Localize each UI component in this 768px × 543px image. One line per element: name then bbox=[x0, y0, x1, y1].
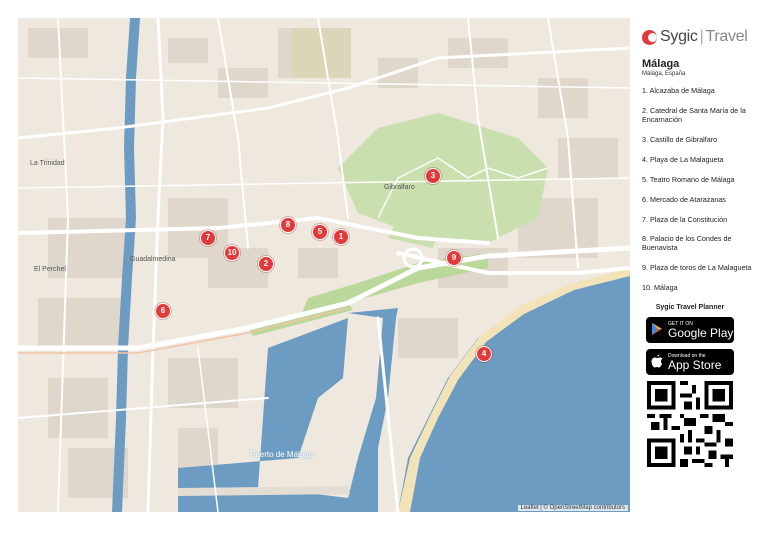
list-item: 10. Málaga bbox=[642, 283, 678, 293]
list-item: 7. Plaza de la Constitución bbox=[642, 214, 728, 224]
map-tiles bbox=[18, 18, 630, 512]
google-play-icon bbox=[646, 322, 668, 339]
sygic-logo-icon bbox=[642, 29, 657, 45]
label-puerto-de-malaga: Puerto de Málaga bbox=[250, 450, 314, 459]
label-la-trinidad: La Trinidad bbox=[30, 160, 65, 167]
marker-2[interactable]: 2 bbox=[258, 256, 274, 272]
marker-9[interactable]: 9 bbox=[446, 250, 462, 266]
app-store-main: App Store bbox=[668, 357, 722, 372]
marker-6[interactable]: 6 bbox=[155, 303, 171, 319]
google-play-button[interactable]: GET IT ON Google Play bbox=[646, 317, 734, 344]
apple-icon bbox=[646, 354, 668, 371]
label-guadalmedina: Guadalmedina bbox=[130, 256, 176, 263]
list-item: 8. Palacio de los Condes de Buenavista bbox=[642, 234, 732, 253]
legend-panel: Sygic | Travel Málaga Málaga, España 1. Al… bbox=[642, 26, 754, 468]
list-item: 9. Plaza de toros de La Malagueta bbox=[642, 263, 752, 273]
planner-title: Sygic Travel Planner bbox=[655, 304, 725, 312]
google-play-main: Google Play bbox=[668, 325, 734, 340]
marker-4[interactable]: 4 bbox=[476, 346, 492, 362]
brand-separator: | bbox=[699, 28, 704, 45]
city-title: Málaga bbox=[642, 58, 680, 70]
marker-5[interactable]: 5 bbox=[312, 224, 328, 240]
marker-7[interactable]: 7 bbox=[200, 230, 216, 246]
map[interactable]: La Trinidad El Perchel Guadalmedina Gibr… bbox=[18, 18, 630, 512]
sygic-travel-logo: Sygic | Travel bbox=[642, 26, 754, 48]
label-el-perchel: El Perchel bbox=[34, 266, 66, 273]
map-attribution[interactable]: Leaflet | © OpenStreetMap contributors bbox=[517, 505, 628, 511]
brand-name: Sygic bbox=[660, 28, 698, 45]
list-item: 6. Mercado de Atarazanas bbox=[642, 194, 726, 204]
list-item: 4. Playa de La Malagueta bbox=[642, 154, 724, 164]
brand-product: Travel bbox=[705, 28, 748, 45]
marker-1[interactable]: 1 bbox=[333, 229, 349, 245]
list-item: 5. Teatro Romano de Málaga bbox=[642, 174, 735, 184]
marker-10[interactable]: 10 bbox=[224, 245, 240, 261]
places-list: 1. Alcazaba de Málaga 2. Catedral de San… bbox=[642, 86, 754, 293]
qr-code bbox=[647, 381, 733, 468]
city-subtitle: Málaga, España bbox=[642, 71, 686, 77]
app-store-button[interactable]: Download on the App Store bbox=[646, 349, 734, 376]
list-item: 1. Alcazaba de Málaga bbox=[642, 86, 715, 95]
marker-3[interactable]: 3 bbox=[425, 168, 441, 184]
marker-8[interactable]: 8 bbox=[280, 217, 296, 233]
label-gibralfaro: Gibralfaro bbox=[384, 184, 415, 191]
list-item: 2. Catedral de Santa María de la Encarna… bbox=[642, 105, 746, 124]
list-item: 3. Castillo de Gibralfaro bbox=[642, 134, 718, 144]
